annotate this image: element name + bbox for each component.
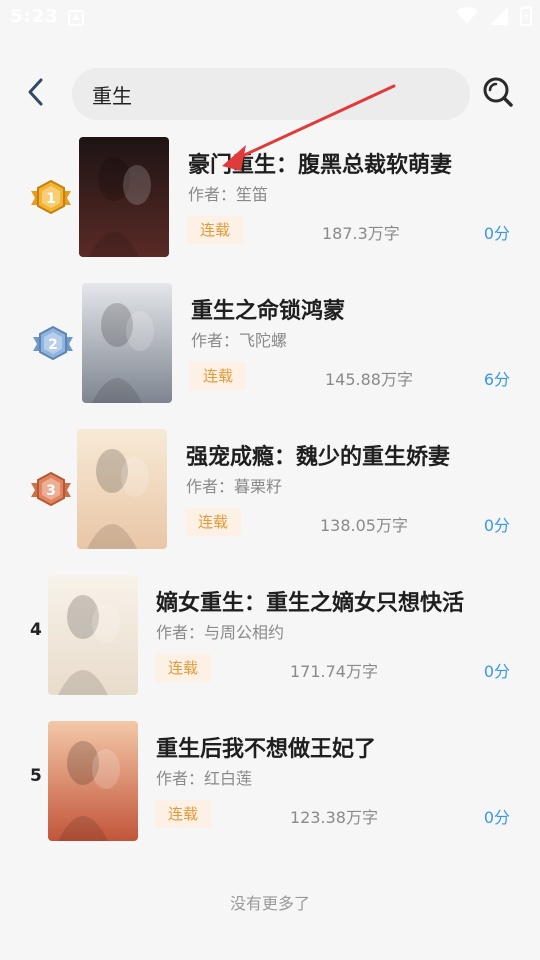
result-item[interactable]: 3 强宠成瘾：魏少的重生娇妻作者：暮栗籽连载 138.05万字 0分	[0, 426, 540, 552]
notification-icon	[68, 10, 84, 26]
search-header	[0, 66, 540, 122]
svg-text:2: 2	[48, 337, 58, 353]
book-title[interactable]: 重生后我不想做王妃了	[156, 731, 376, 763]
search-button[interactable]	[478, 74, 518, 114]
back-button[interactable]	[18, 76, 54, 112]
book-cover[interactable]	[48, 721, 138, 841]
book-title[interactable]: 豪门重生：腹黑总裁软萌妻	[188, 147, 452, 179]
wifi-icon	[456, 7, 478, 29]
rank-gold-badge-icon: 1	[29, 179, 73, 215]
book-author: 作者：飞陀螺	[191, 331, 288, 350]
book-author: 作者：暮栗籽	[186, 477, 283, 496]
result-item[interactable]: 5 重生后我不想做王妃了作者：红白莲连载 123.38万字 0分	[0, 718, 540, 844]
search-results-screen: 5:23 重生 1 豪门重生：腹黑总裁软萌妻 作者：笙笛 连载 187.3万字 …	[0, 0, 540, 960]
book-score: 0分	[483, 662, 510, 681]
book-score: 0分	[483, 808, 510, 827]
result-item[interactable]: 1 豪门重生：腹黑总裁软萌妻作者：笙笛连载 187.3万字 0分	[0, 134, 540, 260]
status-time: 5:23	[10, 6, 59, 27]
status-tag: 连载	[190, 362, 246, 390]
back-arrow-icon	[26, 77, 46, 111]
book-author: 作者：与周公相约	[156, 623, 285, 642]
svg-text:1: 1	[46, 191, 56, 207]
word-count: 171.74万字	[290, 662, 378, 681]
book-author: 作者：红白莲	[156, 769, 253, 788]
book-score: 0分	[483, 224, 510, 243]
book-cover[interactable]	[48, 575, 138, 695]
rank-bronze-badge-icon: 3	[29, 471, 73, 507]
word-count: 145.88万字	[325, 370, 413, 389]
book-cover[interactable]	[77, 429, 167, 549]
book-score: 0分	[483, 516, 510, 535]
status-icons	[456, 6, 532, 30]
status-tag: 连载	[187, 216, 243, 244]
status-tag: 连载	[155, 654, 211, 682]
word-count: 187.3万字	[322, 224, 400, 243]
rank-number: 5	[30, 766, 42, 786]
rank-silver-badge-icon: 2	[31, 325, 75, 361]
svg-text:3: 3	[46, 483, 56, 499]
search-icon	[482, 76, 514, 112]
book-author: 作者：笙笛	[188, 185, 269, 204]
word-count: 138.05万字	[320, 516, 408, 535]
result-item[interactable]: 4 嫡女重生：重生之嫡女只想快活作者：与周公相约连载 171.74万字 0分	[0, 572, 540, 698]
result-item[interactable]: 2 重生之命锁鸿蒙作者：飞陀螺连载 145.88万字 6分	[0, 280, 540, 406]
no-more-text: 没有更多了	[229, 894, 310, 913]
status-tag: 连载	[185, 508, 241, 536]
book-cover[interactable]	[79, 137, 169, 257]
battery-icon	[520, 6, 532, 30]
rank-number: 4	[30, 620, 42, 640]
word-count: 123.38万字	[290, 808, 378, 827]
book-title[interactable]: 嫡女重生：重生之嫡女只想快活	[156, 585, 464, 617]
book-title[interactable]: 强宠成瘾：魏少的重生娇妻	[186, 439, 450, 471]
signal-icon	[490, 7, 508, 29]
search-input[interactable]	[72, 68, 470, 120]
book-cover[interactable]	[82, 283, 172, 403]
book-score: 6分	[483, 370, 510, 389]
status-tag: 连载	[155, 800, 211, 828]
status-bar: 5:23	[0, 0, 540, 36]
book-title[interactable]: 重生之命锁鸿蒙	[191, 293, 345, 325]
